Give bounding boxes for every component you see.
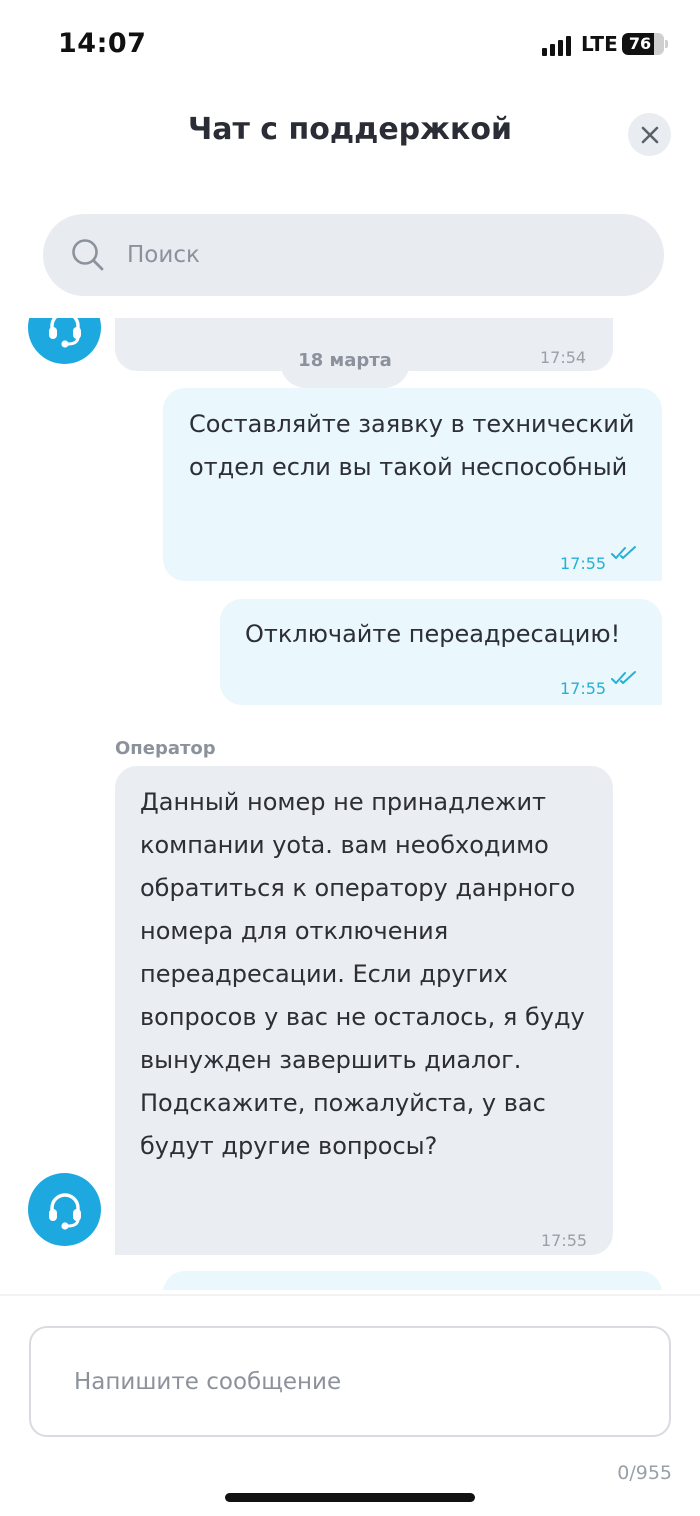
message-input[interactable] <box>74 1328 634 1435</box>
sender-name: Оператор <box>115 738 216 759</box>
battery-icon: 76 <box>622 33 664 55</box>
message-time: 17:54 <box>540 348 587 367</box>
search-icon <box>72 239 104 271</box>
message-bubble-incoming[interactable]: Данный номер не принадлежит компании yot… <box>115 766 613 1255</box>
close-button[interactable] <box>628 113 671 156</box>
close-icon <box>641 126 658 143</box>
message-time: 17:55 <box>560 679 607 698</box>
chat-messages: 17:54 18 марта Составляйте заявку в техн… <box>0 318 700 1290</box>
battery-tip <box>665 40 668 48</box>
double-check-icon <box>611 546 636 559</box>
message-bubble-outgoing[interactable] <box>163 1271 662 1290</box>
page-title: Чат с поддержкой <box>187 112 512 147</box>
message-text: Составляйте заявку в технический отдел е… <box>189 410 635 481</box>
char-counter: 0/955 <box>617 1462 672 1484</box>
double-check-icon <box>611 671 636 684</box>
message-text: Отключайте переадресацию! <box>245 620 621 648</box>
headset-icon <box>48 1192 81 1230</box>
status-time: 14:07 <box>58 28 147 59</box>
search-bar[interactable] <box>43 214 664 296</box>
operator-avatar <box>28 1173 101 1246</box>
home-indicator[interactable] <box>225 1493 475 1502</box>
message-time: 17:55 <box>560 554 607 573</box>
search-input[interactable] <box>127 214 627 296</box>
message-bubble-outgoing[interactable]: Составляйте заявку в технический отдел е… <box>163 388 662 581</box>
message-composer[interactable] <box>29 1326 671 1437</box>
operator-avatar <box>28 318 101 364</box>
headset-icon <box>48 318 81 348</box>
message-text: Данный номер не принадлежит компании yot… <box>140 788 585 1160</box>
network-type: LTE <box>581 32 618 56</box>
message-bubble-outgoing[interactable]: Отключайте переадресацию! 17:55 <box>220 599 662 705</box>
status-bar: 14:07 LTE 76 <box>0 0 700 90</box>
date-separator: 18 марта <box>280 330 410 388</box>
signal-icon <box>542 34 572 56</box>
battery-level: 76 <box>628 34 652 53</box>
chat-screen: 14:07 LTE 76 Чат с поддержкой Поиск 17:5… <box>0 0 700 1516</box>
composer-divider <box>0 1294 700 1296</box>
message-time: 17:55 <box>541 1231 588 1250</box>
